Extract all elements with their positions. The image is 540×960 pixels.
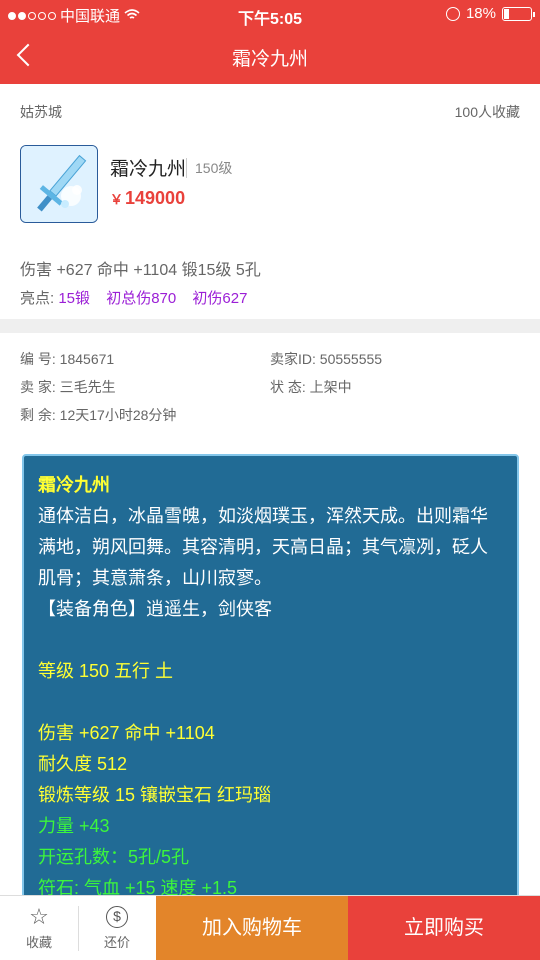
rotation-lock-icon	[445, 6, 460, 21]
server-name: 姑苏城	[20, 104, 62, 120]
highlight-tag: 初总伤870	[106, 290, 177, 307]
star-icon: ☆	[29, 904, 49, 929]
item-level: 150级	[186, 158, 232, 178]
description-line: 肌骨；其意萧条，山川寂寥。	[38, 568, 272, 588]
add-to-cart-button[interactable]: 加入购物车	[156, 896, 348, 960]
item-name: 霜冷九州	[110, 159, 187, 180]
page-title: 霜冷九州	[231, 49, 308, 70]
bonus-line: 开运孔数：5孔/5孔	[38, 847, 190, 867]
serial-number: 编 号: 1845671	[20, 349, 114, 369]
favorite-label: 收藏	[25, 935, 52, 950]
description-line: 通体洁白，冰晶雪魄，如淡烟璞玉，浑然天成。出则霜华	[38, 506, 488, 526]
item-description: 霜冷九州 通体洁白，冰晶雪魄，如淡烟璞玉，浑然天成。出则霜华 满地，朔风回舞。其…	[22, 454, 519, 914]
seller-id-label: 卖家ID:	[270, 351, 316, 367]
bargain-button[interactable]: $ 还价	[78, 896, 156, 960]
currency-symbol: ￥	[110, 192, 124, 207]
description-line: 满地，朔风回舞。其容清明，天高日晶；其气凛冽，砭人	[38, 537, 488, 557]
seller-id: 卖家ID: 50555555	[270, 349, 382, 369]
serial-label: 编 号:	[20, 351, 56, 367]
highlight-tag: 15锻	[58, 290, 91, 307]
price-value: 149000	[125, 188, 186, 208]
battery-icon	[502, 6, 535, 21]
listing-status: 状 态: 上架中	[270, 377, 352, 397]
remaining-label: 剩 余:	[20, 407, 56, 423]
top-bar: 中国联通 下午5:05 18% 霜冷九州	[0, 0, 540, 84]
bargain-label: 还价	[103, 935, 130, 950]
seller: 卖 家: 三毛先生	[20, 377, 116, 397]
description-line: 【装备角色】逍遥生，剑侠客	[38, 599, 272, 619]
remaining-time: 剩 余: 12天17小时28分钟	[20, 405, 176, 425]
favorite-button[interactable]: ☆ 收藏	[0, 896, 78, 960]
bonus-line: 力量 +43	[38, 816, 110, 836]
nav-bar: 霜冷九州	[0, 28, 540, 84]
status-value: 上架中	[309, 379, 352, 395]
item-image[interactable]	[20, 145, 98, 223]
item-price: ￥ 149000	[110, 188, 185, 209]
highlight-tag: 初伤627	[192, 290, 248, 307]
favorite-count: 100人收藏	[454, 104, 520, 120]
buy-now-button[interactable]: 立即购买	[348, 896, 540, 960]
attr-line: 锻炼等级 15 镶嵌宝石 红玛瑙	[38, 785, 272, 805]
highlights-label: 亮点:	[20, 290, 55, 307]
description-title: 霜冷九州	[38, 475, 110, 495]
bottom-action-bar: ☆ 收藏 $ 还价 加入购物车 立即购买	[0, 895, 540, 960]
price-tag-icon: $	[106, 906, 128, 928]
status-label: 状 态:	[270, 379, 306, 395]
remaining-value: 12天17小时28分钟	[59, 407, 177, 423]
level-line: 等级 150 五行 土	[38, 661, 174, 681]
serial-value: 1845671	[59, 351, 115, 367]
section-divider	[0, 319, 540, 333]
seller-label: 卖 家:	[20, 379, 56, 395]
attr-line: 耐久度 512	[38, 754, 128, 774]
attr-line: 伤害 +627 命中 +1104	[38, 723, 215, 743]
seller-id-value: 50555555	[319, 351, 383, 367]
item-stats: 伤害 +627 命中 +1104 锻15级 5孔	[20, 262, 261, 279]
battery-percent: 18%	[465, 5, 496, 22]
seller-value[interactable]: 三毛先生	[60, 379, 116, 395]
status-bar: 中国联通 下午5:05 18%	[0, 0, 540, 28]
item-meta: 姑苏城 100人收藏	[20, 102, 520, 122]
item-highlights: 亮点: 15锻 初总伤870 初伤627	[20, 287, 247, 308]
